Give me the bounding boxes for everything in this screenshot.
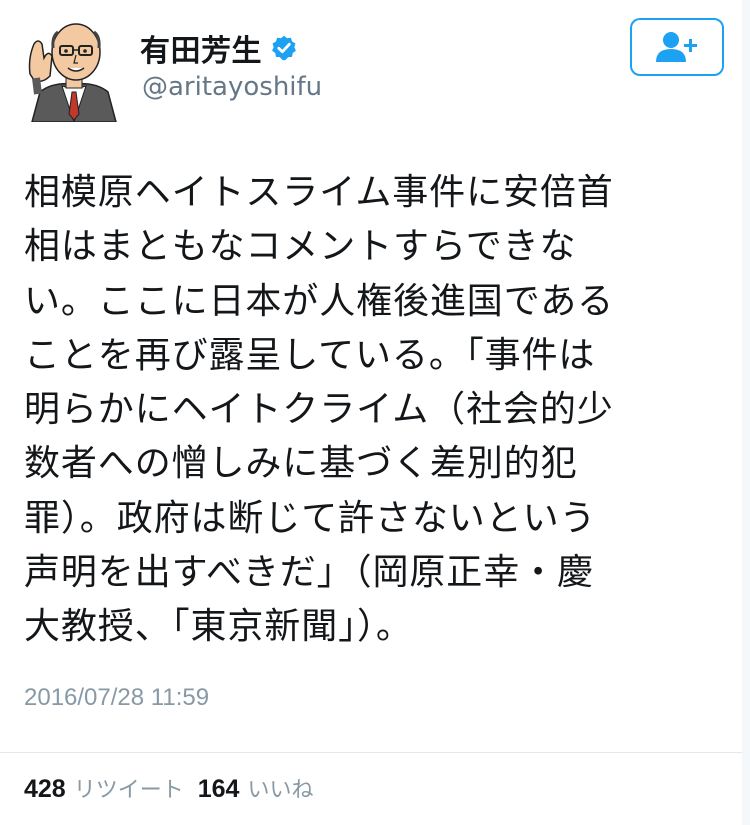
tweet-text-line: い。ここに日本が人権後進国である <box>24 280 615 322</box>
add-user-icon <box>656 32 697 62</box>
display-name[interactable]: 有田芳生 <box>140 26 262 70</box>
tweet-text: 相模原ヘイトスライム事件に安倍首 相はまともなコメントすらできな い。ここに日本… <box>24 166 724 655</box>
tweet-text-line: 声明を出すべきだ」（岡原正幸・慶 <box>24 552 594 594</box>
retweet-label[interactable]: リツイート <box>74 772 184 804</box>
user-name-row: 有田芳生 <box>140 26 298 70</box>
retweet-count[interactable]: 428 <box>24 775 66 804</box>
follow-button[interactable] <box>630 18 724 76</box>
divider <box>0 752 750 753</box>
caricature-avatar-icon <box>28 23 117 124</box>
tweet-text-line: ことを再び露呈している。「事件は <box>24 334 596 376</box>
tweet-text-line: 相はまともなコメントすらできな <box>24 226 577 268</box>
user-handle[interactable]: @aritayoshifu <box>142 72 322 102</box>
tweet-text-line: 数者への憎しみに基づく差別的犯 <box>24 443 578 485</box>
like-count[interactable]: 164 <box>198 775 240 804</box>
like-label[interactable]: いいね <box>247 772 313 804</box>
tweet-timestamp[interactable]: 2016/07/28 11:59 <box>24 684 209 712</box>
tweet-text-line: 相模原ヘイトスライム事件に安倍首 <box>24 172 614 213</box>
scroll-edge <box>742 0 750 825</box>
avatar[interactable] <box>22 14 126 124</box>
verified-badge-icon <box>272 35 296 61</box>
tweet-text-line: 罪）。政府は断じて許さないという <box>24 497 597 539</box>
tweet-text-line: 大教授、「東京新聞」）。 <box>24 606 413 648</box>
tweet-stats: 428 リツイート 164 いいね <box>24 772 327 804</box>
tweet-card: 有田芳生 @aritayoshifu 相模原ヘイトスライム事件に安倍首 相はまと… <box>0 0 750 825</box>
tweet-text-line: 明らかにヘイトクライム（社会的少 <box>24 389 614 431</box>
